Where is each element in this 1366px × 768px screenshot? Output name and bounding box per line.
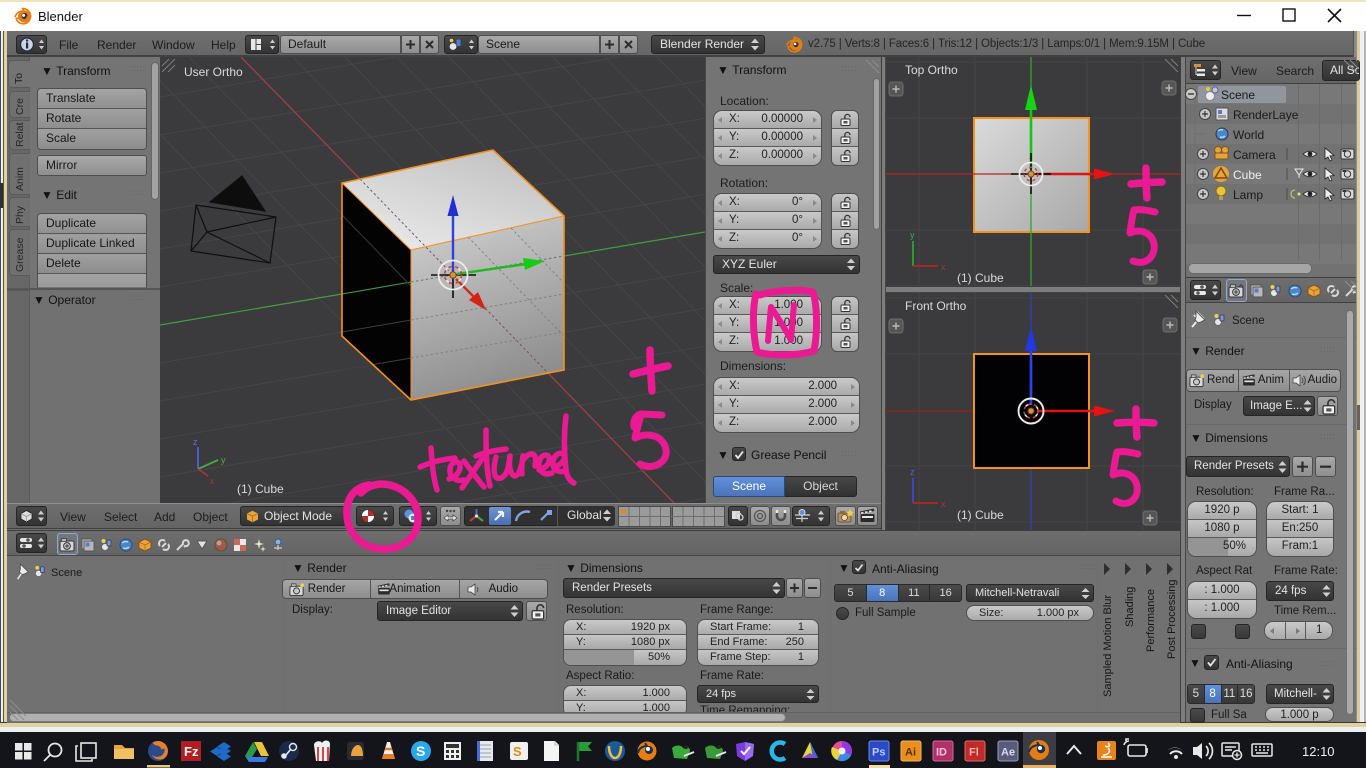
svg-text:x: x (941, 262, 946, 272)
svg-text:12:10: 12:10 (1302, 744, 1335, 759)
svg-text:Front Ortho: Front Ortho (905, 299, 967, 313)
svg-text:Scene: Scene (1221, 88, 1255, 102)
svg-text:World: World (1233, 128, 1264, 142)
svg-text:Camera: Camera (1233, 148, 1276, 162)
svg-text:y: y (221, 455, 226, 465)
svg-text:z: z (910, 467, 915, 477)
svg-text:S: S (416, 743, 425, 759)
svg-text:z: z (193, 437, 198, 447)
svg-text:Fl: Fl (969, 747, 979, 759)
svg-text:S: S (513, 744, 522, 759)
svg-text:Cube: Cube (1233, 168, 1262, 182)
svg-text:Lamp: Lamp (1233, 188, 1263, 202)
svg-text:Ae: Ae (1001, 747, 1015, 759)
svg-text:(1) Cube: (1) Cube (957, 271, 1004, 285)
svg-text:Fz: Fz (184, 744, 199, 759)
svg-text:y: y (910, 230, 915, 240)
svg-text:Ps: Ps (872, 747, 885, 759)
svg-text:Top Ortho: Top Ortho (905, 63, 958, 77)
svg-text:Ai: Ai (905, 747, 916, 759)
svg-text:RenderLaye: RenderLaye (1233, 108, 1299, 122)
svg-text:ID: ID (936, 747, 947, 759)
svg-text:(1) Cube: (1) Cube (957, 508, 1004, 522)
svg-text:x: x (210, 476, 215, 486)
svg-text:x: x (941, 499, 946, 509)
svg-text:User Ortho: User Ortho (184, 65, 243, 79)
svg-text:(1) Cube: (1) Cube (237, 482, 284, 496)
